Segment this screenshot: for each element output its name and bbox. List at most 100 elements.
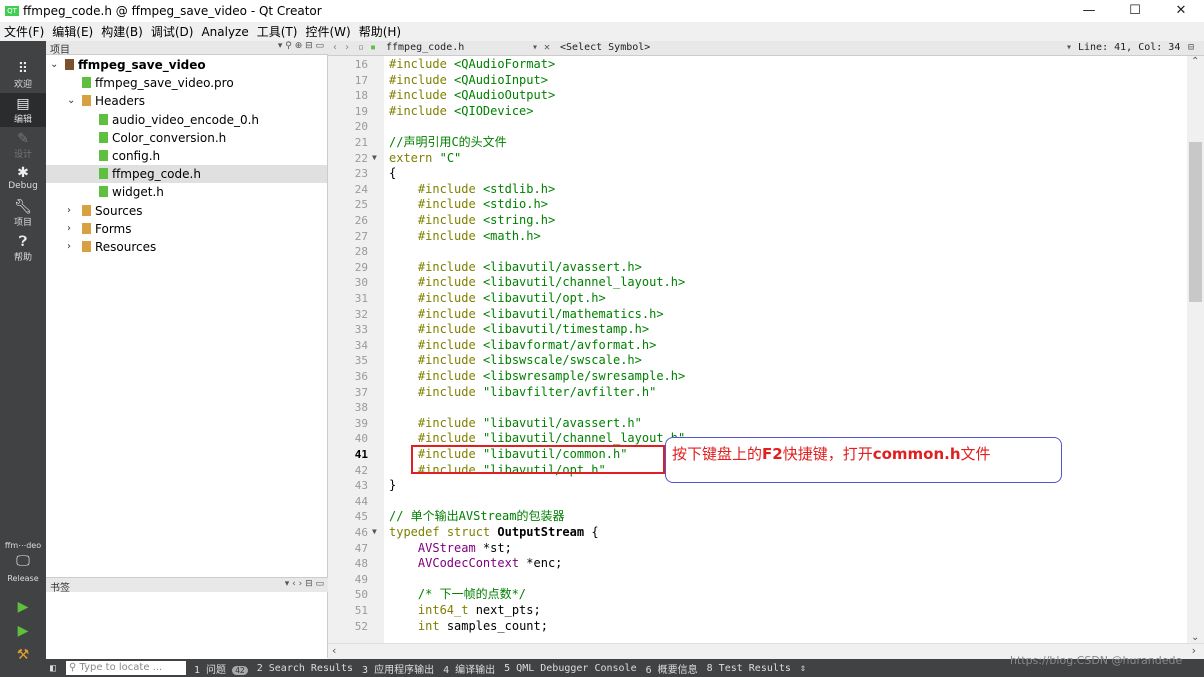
mode-projects[interactable]: 🔧︎ 项目 [0,199,46,228]
tab-app-output[interactable]: 3 应用程序输出 [362,661,434,676]
panel-tools[interactable]: ▾ ‹ › ⊟ ▭ [285,579,324,589]
scroll-up-icon[interactable]: ⌃ [1191,56,1199,67]
code-line[interactable]: #include "libavfilter/avfilter.h" [389,385,656,401]
code-line[interactable]: #include <libavformat/avformat.h> [389,338,656,354]
header-file-icon [99,168,108,180]
tree-item[interactable]: ⌄ Headers [46,92,327,110]
code-line[interactable]: #include <QAudioOutput> [389,88,555,104]
code-line[interactable]: } [389,478,396,494]
nav-back-icon[interactable]: ‹ [332,42,338,53]
code-line[interactable]: #include <QAudioInput> [389,73,548,89]
mode-help[interactable]: ❓︎ 帮助 [0,234,46,263]
scroll-down-icon[interactable]: ⌄ [1191,632,1199,643]
line-number: 32 [354,307,368,321]
code-line[interactable]: #include <libavutil/timestamp.h> [389,322,649,338]
tab-general-messages[interactable]: 6 概要信息 [646,661,698,676]
menu-edit[interactable]: 编辑(E) [52,23,93,40]
code-line[interactable]: extern "C" [389,151,461,167]
code-line[interactable]: //声明引用C的头文件 [389,135,507,151]
tree-item-label: Sources [95,203,143,218]
lock-icon: ▫ [358,42,365,53]
chevron-down-icon[interactable]: ⌄ [50,56,58,74]
nav-forward-icon[interactable]: › [344,42,350,53]
chevron-right-icon[interactable]: › [67,202,71,220]
tab-search-results[interactable]: 2 Search Results [257,663,353,674]
minimize-button[interactable]: — [1066,0,1112,22]
tree-item[interactable]: › Forms [46,220,327,238]
code-line[interactable]: #include <QIODevice> [389,104,534,120]
maximize-button[interactable]: ☐ [1112,0,1158,22]
menu-debug[interactable]: 调试(D) [151,23,194,40]
code-line[interactable]: #include <libavutil/avassert.h> [389,260,642,276]
tree-item[interactable]: › Sources [46,202,327,220]
code-line[interactable]: // 单个输出AVStream的包装器 [389,509,564,525]
chevron-down-icon[interactable]: ⌄ [67,92,75,110]
tree-item[interactable]: ⌄ ffmpeg_save_video [46,56,327,74]
run-button[interactable]: ▶ [0,599,46,615]
close-document-icon[interactable]: ▾ ✕ [532,42,550,53]
menu-tools[interactable]: 工具(T) [257,23,298,40]
debug-run-button[interactable]: ▶ [0,623,46,639]
code-line[interactable]: int64_t next_pts; [389,603,541,619]
code-line[interactable]: #include <libswresample/swresample.h> [389,369,685,385]
code-line[interactable]: { [389,166,396,182]
annotation-callout: 按下键盘上的F2快捷键，打开common.h文件 [665,437,1062,483]
fold-marker-icon[interactable]: ▼ [372,153,377,162]
code-line[interactable]: #include <libavutil/channel_layout.h> [389,275,685,291]
menu-analyze[interactable]: Analyze [201,25,248,39]
scrollbar-thumb[interactable] [1189,142,1202,302]
mode-welcome[interactable]: ⠿ 欢迎 [0,61,46,90]
menu-widgets[interactable]: 控件(W) [305,23,350,40]
line-number: 22 [354,151,368,165]
code-editor[interactable]: #include <QAudioFormat> #include <QAudioI… [384,56,1187,643]
close-button[interactable]: ✕ [1158,0,1204,22]
code-line[interactable]: #include <libavutil/mathematics.h> [389,307,664,323]
tree-item[interactable]: ffmpeg_code.h [46,165,327,184]
code-line[interactable]: int samples_count; [389,619,548,635]
symbol-selector[interactable]: <Select Symbol> [560,42,650,53]
code-line[interactable]: #include <QAudioFormat> [389,57,555,73]
tab-issues[interactable]: 1 问题 42 [194,661,248,676]
code-line[interactable]: #include <stdio.h> [389,197,548,213]
panel-tools[interactable]: ▾ ⚲ ⊕ ⊟ ▭ [278,41,324,51]
tab-test-results[interactable]: 8 Test Results [707,663,791,674]
scroll-left-icon[interactable]: ‹ [332,644,336,657]
tab-compile-output[interactable]: 4 编译输出 [443,661,495,676]
split-editor-icon[interactable]: ⊟ [1188,42,1194,53]
code-line[interactable]: #include <string.h> [389,213,555,229]
tab-qml-console[interactable]: 5 QML Debugger Console [504,663,636,674]
build-button[interactable]: ⚒︎ [0,647,46,663]
position-dropdown-icon[interactable]: ▾ [1066,42,1072,53]
code-line[interactable]: #include <libswscale/swscale.h> [389,353,642,369]
tree-item[interactable]: Color_conversion.h [46,129,327,147]
code-line[interactable]: AVStream *st; [389,541,512,557]
tree-item[interactable]: ffmpeg_save_video.pro [46,74,327,92]
tree-item[interactable]: widget.h [46,183,327,201]
code-line[interactable]: AVCodecContext *enc; [389,556,563,572]
code-line[interactable]: #include "libavutil/avassert.h" [389,416,642,432]
sidebar-toggle-icon[interactable]: ◧ [50,663,56,674]
kit-selector[interactable]: 🖵︎ [0,553,46,569]
locator-input[interactable]: ⚲ Type to locate ... [66,661,186,675]
tree-item[interactable]: config.h [46,147,327,165]
mode-design[interactable]: ✎ 设计 [0,131,46,160]
code-line[interactable]: typedef struct OutputStream { [389,525,599,541]
editor-filename[interactable]: ffmpeg_code.h [386,42,464,53]
code-line[interactable]: #include <stdlib.h> [389,182,555,198]
vertical-scrollbar[interactable]: ⌃ ⌄ [1187,56,1204,643]
mode-edit[interactable]: ▤ 编辑 [0,93,46,127]
code-line[interactable]: #include <libavutil/opt.h> [389,291,606,307]
tree-item[interactable]: audio_video_encode_0.h [46,111,327,129]
menu-build[interactable]: 构建(B) [101,23,143,40]
chevron-right-icon[interactable]: › [67,238,71,256]
scroll-right-icon[interactable]: › [1192,644,1196,657]
code-line[interactable]: /* 下一帧的点数*/ [389,587,526,603]
more-tabs-icon[interactable]: ⇕ [800,663,806,674]
menu-help[interactable]: 帮助(H) [359,23,401,40]
fold-marker-icon[interactable]: ▼ [372,527,377,536]
code-line[interactable]: #include <math.h> [389,229,541,245]
tree-item[interactable]: › Resources [46,238,327,256]
mode-debug[interactable]: ✱ Debug [0,165,46,191]
chevron-right-icon[interactable]: › [67,220,71,238]
menu-file[interactable]: 文件(F) [4,23,44,40]
